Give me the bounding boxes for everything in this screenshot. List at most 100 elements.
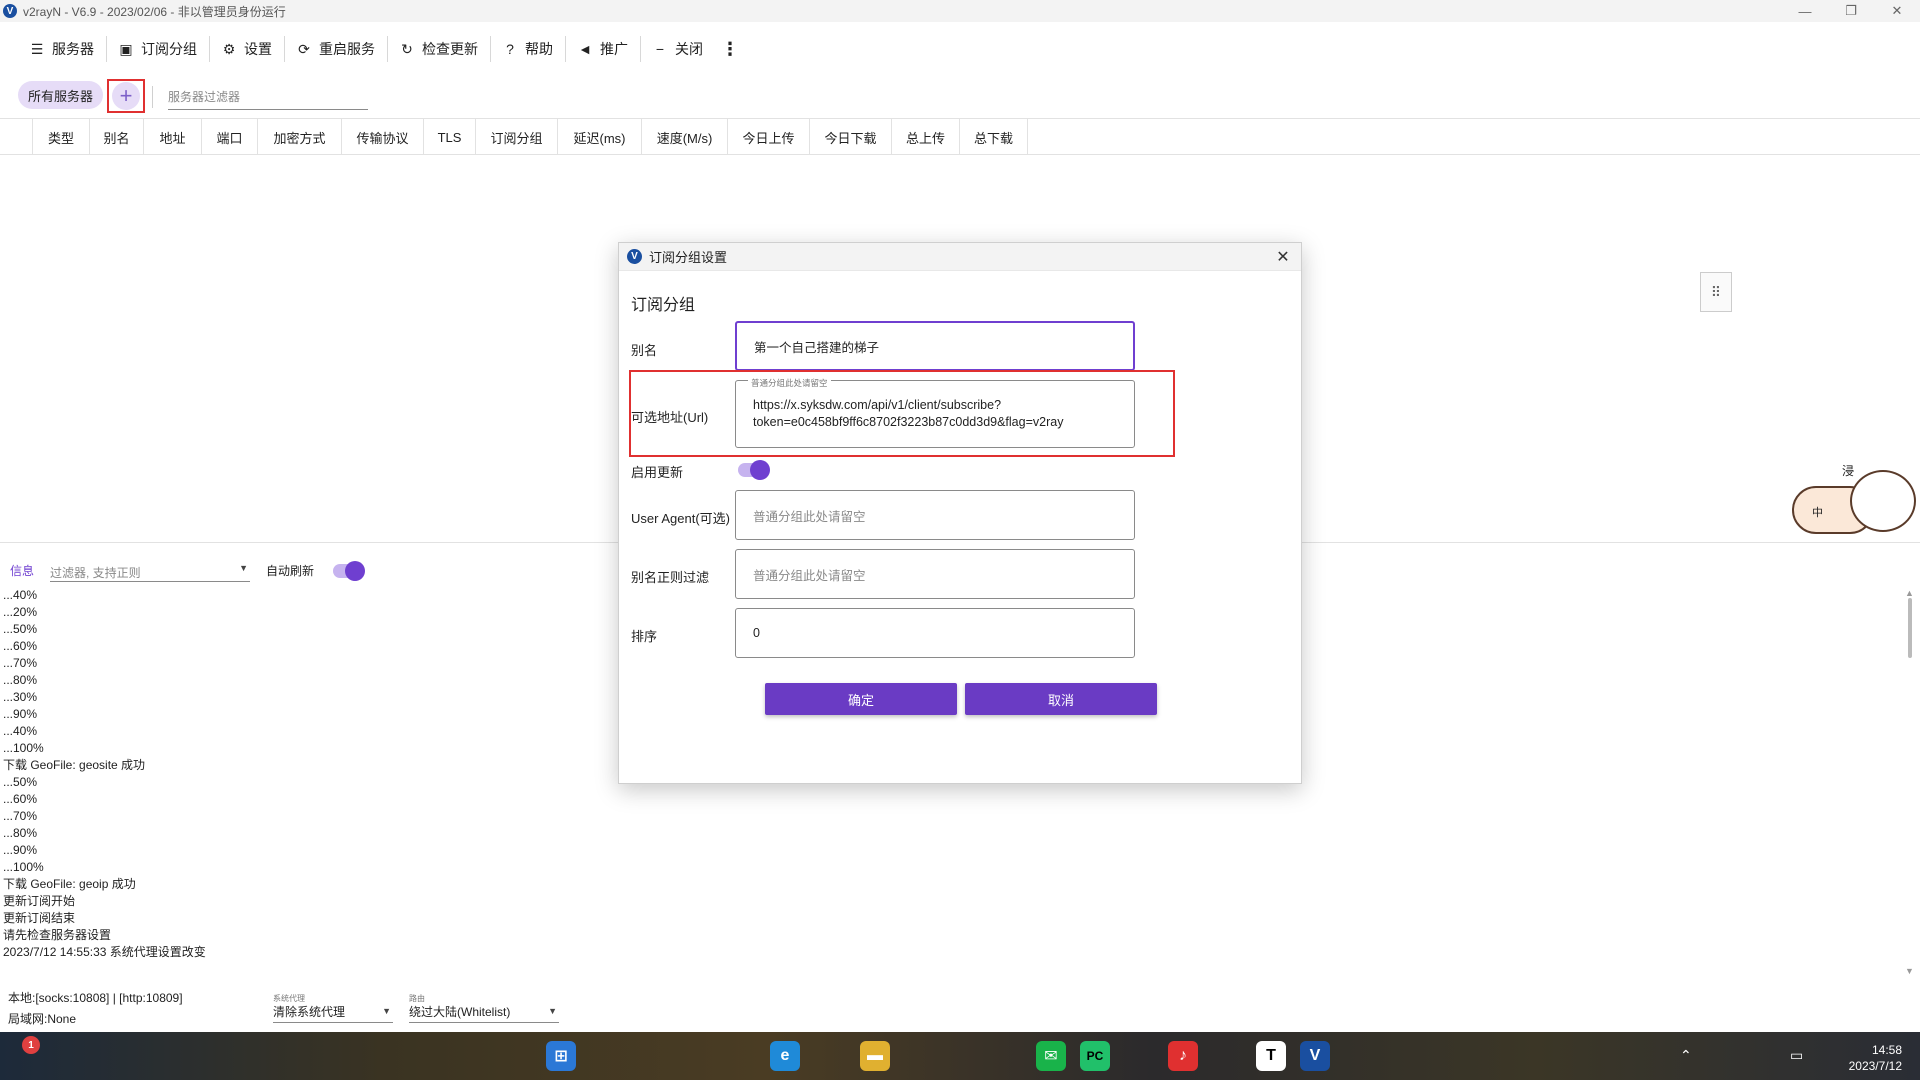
auto-refresh-toggle[interactable] xyxy=(333,561,365,581)
toggle-knob xyxy=(750,460,770,480)
status-bar: 本地:[socks:10808] | [http:10809] 局域网:None… xyxy=(0,985,1920,1030)
column-tls[interactable]: TLS xyxy=(424,119,476,155)
window-title: v2rayN - V6.9 - 2023/02/06 - 非以管理员身份运行 xyxy=(23,4,286,19)
toolbar-help[interactable]: ? 帮助 xyxy=(491,31,565,67)
grid-widget-icon: ⠿ xyxy=(1710,283,1722,300)
alias-input[interactable]: 第一个自己搭建的梯子 xyxy=(735,321,1135,371)
toolbar-subscription[interactable]: ▣ 订阅分组 xyxy=(107,31,209,67)
chevron-down-icon: ▼ xyxy=(548,1006,557,1016)
start-icon[interactable]: ⊞ xyxy=(546,1041,576,1071)
routing-select[interactable]: 绕过大陆(Whitelist) ▼ xyxy=(409,1003,559,1023)
subscription-icon: ▣ xyxy=(119,40,133,57)
maximize-button[interactable]: ❐ xyxy=(1828,0,1874,22)
column-type[interactable]: 类型 xyxy=(32,119,90,155)
v2rayn-logo-icon: V xyxy=(627,249,642,264)
log-line: 下载 GeoFile: geoip 成功 xyxy=(3,877,136,891)
scroll-down-icon[interactable]: ▼ xyxy=(1905,966,1914,976)
toolbar-promotion[interactable]: ◄ 推广 xyxy=(566,31,640,67)
column-subscription-group[interactable]: 订阅分组 xyxy=(476,119,558,155)
network-icon[interactable]: ▭ xyxy=(1790,1047,1803,1064)
enable-update-toggle[interactable] xyxy=(738,460,770,480)
column-transport[interactable]: 传输协议 xyxy=(342,119,424,155)
log-line: 下载 GeoFile: geosite 成功 xyxy=(3,758,146,772)
alias-filter-input[interactable]: 普通分组此处请留空 xyxy=(735,549,1135,599)
log-line: ...70% xyxy=(3,656,38,670)
url-input[interactable]: 普通分组此处请留空 https://x.syksdw.com/api/v1/cl… xyxy=(735,375,1135,448)
clock-time: 14:58 xyxy=(1871,1043,1902,1057)
log-info-tab[interactable]: 信息 xyxy=(10,562,34,579)
clock-date: 2023/7/12 xyxy=(1848,1059,1902,1073)
edge-icon[interactable]: e xyxy=(770,1041,800,1071)
cancel-button[interactable]: 取消 xyxy=(965,683,1157,715)
scroll-up-icon[interactable]: ▲ xyxy=(1905,588,1914,598)
floating-grid-widget[interactable]: ⠿ xyxy=(1700,272,1732,312)
dialog-titlebar: V 订阅分组设置 xyxy=(619,243,1301,271)
clock[interactable]: 14:58 2023/7/12 xyxy=(1849,1042,1902,1074)
column-total-download[interactable]: 总下载 xyxy=(960,119,1028,155)
more-options-button[interactable]: ⋮ xyxy=(715,31,745,67)
log-line: ...90% xyxy=(3,843,38,857)
routing-value: 绕过大陆(Whitelist) xyxy=(409,1005,511,1019)
toolbar-servers-label: 服务器 xyxy=(52,41,94,57)
close-window-button[interactable]: ✕ xyxy=(1874,0,1920,22)
column-today-download[interactable]: 今日下载 xyxy=(810,119,892,155)
log-line: 更新订阅结束 xyxy=(3,911,76,925)
server-filter-input[interactable]: 服务器过滤器 xyxy=(168,82,368,110)
toolbar-servers[interactable]: ☰ 服务器 xyxy=(18,31,106,67)
column-port[interactable]: 端口 xyxy=(202,119,258,155)
v2rayn-taskbar-icon[interactable]: V xyxy=(1300,1041,1330,1071)
log-line: ...60% xyxy=(3,792,38,806)
wechat-icon[interactable]: ✉ xyxy=(1036,1041,1066,1071)
all-servers-chip[interactable]: 所有服务器 xyxy=(18,81,104,109)
window-controls: — ❐ ✕ xyxy=(1782,0,1920,22)
folder-icon[interactable]: ▬ xyxy=(860,1041,890,1071)
user-agent-input[interactable]: 普通分组此处请留空 xyxy=(735,490,1135,540)
log-filter-input[interactable]: 过滤器, 支持正则 ▼ xyxy=(50,558,250,582)
toolbar-promotion-label: 推广 xyxy=(600,41,628,57)
mascot-label: 中 xyxy=(1812,507,1823,519)
column-encryption[interactable]: 加密方式 xyxy=(258,119,342,155)
log-line: ...70% xyxy=(3,809,38,823)
sort-input[interactable]: 0 xyxy=(735,608,1135,658)
log-line: 更新订阅开始 xyxy=(3,894,76,908)
toolbar-restart[interactable]: ⟳ 重启服务 xyxy=(285,31,387,67)
pycharm-icon[interactable]: PC xyxy=(1080,1041,1110,1071)
help-icon: ? xyxy=(506,41,514,57)
sysproxy-value: 清除系统代理 xyxy=(273,1005,346,1019)
column-address[interactable]: 地址 xyxy=(144,119,202,155)
log-line: ...30% xyxy=(3,690,38,704)
toolbar-close[interactable]: − 关闭 xyxy=(641,31,715,67)
typora-icon[interactable]: T xyxy=(1256,1041,1286,1071)
add-subscription-highlight: + xyxy=(107,79,145,113)
tray-chevron-up-icon[interactable]: ⌃ xyxy=(1680,1047,1692,1064)
confirm-button[interactable]: 确定 xyxy=(765,683,957,715)
subscription-settings-dialog: V 订阅分组设置 ✕ 订阅分组 别名 第一个自己搭建的梯子 可选地址(Url) … xyxy=(618,242,1302,784)
log-filter-placeholder: 过滤器, 支持正则 xyxy=(50,566,141,580)
column-today-upload[interactable]: 今日上传 xyxy=(728,119,810,155)
column-speed[interactable]: 速度(M/s) xyxy=(642,119,728,155)
log-line: ...50% xyxy=(3,775,38,789)
scroll-thumb[interactable] xyxy=(1908,598,1912,658)
column-total-upload[interactable]: 总上传 xyxy=(892,119,960,155)
main-toolbar: ☰ 服务器 ▣ 订阅分组 ⚙ 设置 ⟳ 重启服务 ↻ 检查更新 ? 帮助 ◄ 推广 − 关闭 ⋮ xyxy=(0,30,1920,68)
toolbar-check-update[interactable]: ↻ 检查更新 xyxy=(388,31,490,67)
log-scrollbar[interactable]: ▲ ▼ xyxy=(1903,588,1917,976)
minus-icon: − xyxy=(655,41,665,57)
mascot-widget[interactable]: 中 浸 xyxy=(1792,462,1920,540)
alias-filter-placeholder: 普通分组此处请留空 xyxy=(753,568,866,583)
log-line: ...100% xyxy=(3,741,44,755)
column-alias[interactable]: 别名 xyxy=(90,119,144,155)
minimize-button[interactable]: — xyxy=(1782,0,1828,22)
local-ports-text: 本地:[socks:10808] | [http:10809] xyxy=(8,991,183,1005)
megaphone-icon: ◄ xyxy=(578,41,592,57)
toolbar-settings[interactable]: ⚙ 设置 xyxy=(210,31,284,67)
url-line-1: https://x.syksdw.com/api/v1/client/subsc… xyxy=(753,398,1002,412)
add-subscription-button[interactable]: + xyxy=(112,82,140,110)
sysproxy-select[interactable]: 清除系统代理 ▼ xyxy=(273,1003,393,1023)
music-icon[interactable]: ♪ xyxy=(1168,1041,1198,1071)
dialog-close-button[interactable]: ✕ xyxy=(1273,247,1293,267)
log-line: ...40% xyxy=(3,588,38,602)
column-latency[interactable]: 延迟(ms) xyxy=(558,119,642,155)
log-line: ...40% xyxy=(3,724,38,738)
dialog-title: 订阅分组设置 xyxy=(649,250,728,265)
